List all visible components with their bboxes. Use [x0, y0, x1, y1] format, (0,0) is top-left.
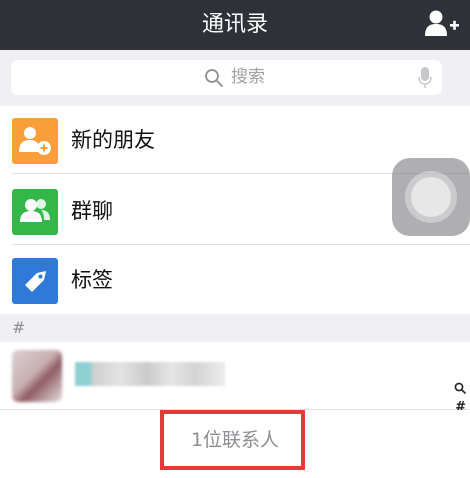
divider: [12, 244, 470, 245]
page-title: 通讯录: [201, 12, 268, 37]
contact-name-blurred: [75, 362, 225, 386]
contact-row[interactable]: [0, 342, 470, 410]
group-chats-label: 群聊: [71, 199, 113, 223]
add-contact-button[interactable]: [424, 8, 460, 42]
microphone-icon[interactable]: [418, 67, 432, 89]
avatar: [12, 350, 62, 402]
tags-label: 标签: [71, 268, 113, 292]
new-friends-label: 新的朋友: [71, 128, 155, 152]
add-contact-icon: [425, 10, 459, 36]
search-placeholder: 搜索: [231, 67, 265, 87]
assistive-touch-button[interactable]: [392, 158, 470, 236]
section-header-label: #: [12, 318, 26, 337]
new-friend-icon: [12, 118, 58, 164]
navigation-bar: 通讯录: [0, 0, 470, 50]
group-chat-icon: [12, 189, 58, 235]
search-icon: [205, 69, 223, 87]
assistive-touch-center: [411, 177, 451, 217]
list-item-tags[interactable]: 标签: [0, 246, 470, 314]
highlight-annotation-box: [160, 410, 305, 470]
tag-icon: [12, 258, 58, 304]
contact-count-footer: 1位联系人: [0, 410, 470, 478]
search-area: 搜索: [0, 50, 470, 106]
section-header: #: [0, 314, 470, 342]
index-search-icon[interactable]: [454, 382, 466, 394]
search-input[interactable]: 搜索: [11, 60, 442, 95]
